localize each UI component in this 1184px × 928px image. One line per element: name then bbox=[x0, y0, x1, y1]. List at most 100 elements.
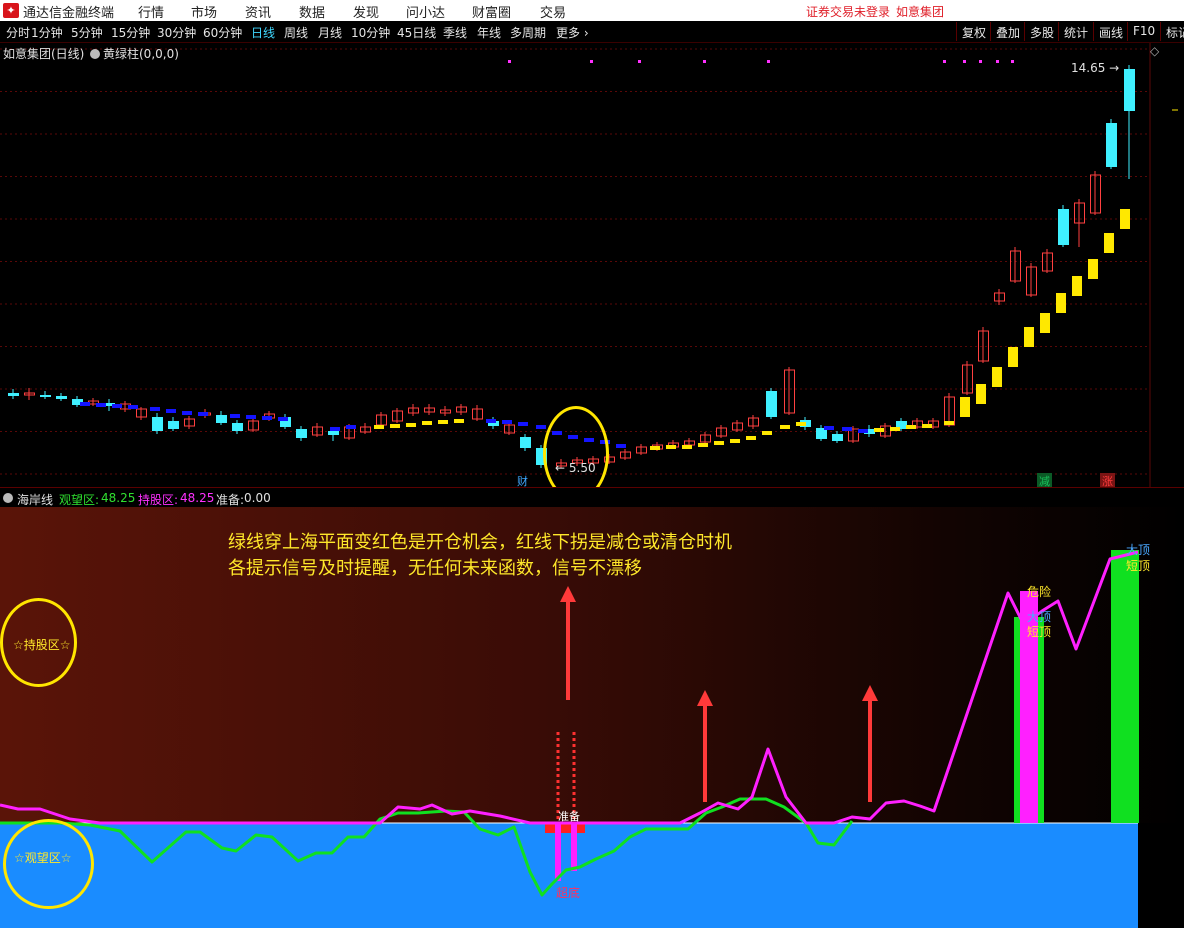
period-30min[interactable]: 30分钟 bbox=[157, 24, 196, 41]
prep-label: 准备: bbox=[216, 493, 245, 507]
overlay-button[interactable]: 叠加 bbox=[990, 22, 1025, 41]
support-bar bbox=[1120, 209, 1130, 229]
support-bar bbox=[960, 397, 970, 417]
support-bar bbox=[262, 416, 272, 420]
period-45day[interactable]: 45日线 bbox=[397, 24, 436, 41]
login-warning[interactable]: 证券交易未登录 bbox=[806, 3, 890, 20]
menu-trade[interactable]: 交易 bbox=[540, 2, 566, 21]
support-bar bbox=[1008, 347, 1018, 367]
statistics-button[interactable]: 统计 bbox=[1058, 22, 1093, 41]
sea-level-area bbox=[0, 823, 1138, 928]
stock-link[interactable]: 如意集团 bbox=[896, 3, 944, 20]
period-1min[interactable]: 1分钟 bbox=[31, 24, 63, 41]
period-daily[interactable]: 日线 bbox=[251, 24, 275, 41]
support-bar bbox=[1056, 293, 1066, 313]
support-bar bbox=[992, 367, 1002, 387]
main-kline-chart[interactable]: 如意集团(日线) 黄绿柱(0,0,0) ◇ 14.65 → ← 5.50 财 减… bbox=[0, 43, 1184, 501]
candle-body bbox=[168, 421, 179, 429]
signal-dot bbox=[508, 60, 511, 63]
support-bar bbox=[842, 427, 852, 431]
candle-body bbox=[328, 431, 339, 435]
period-5min[interactable]: 5分钟 bbox=[71, 24, 103, 41]
signal-dot bbox=[963, 60, 966, 63]
danger-signal-label: 危险 bbox=[1027, 585, 1052, 599]
period-intraday[interactable]: 分时 bbox=[6, 24, 30, 41]
period-multi[interactable]: 多周期 bbox=[510, 24, 546, 41]
support-bar bbox=[390, 424, 400, 428]
support-bar bbox=[682, 445, 692, 449]
menu-data[interactable]: 数据 bbox=[299, 2, 325, 21]
app-logo-icon: ✦ bbox=[3, 3, 19, 18]
arrow-right-icon: → bbox=[1105, 61, 1120, 75]
mark-button[interactable]: 标记 bbox=[1160, 22, 1184, 41]
support-bar bbox=[150, 407, 160, 411]
candle-body bbox=[40, 395, 51, 397]
indicator-title[interactable]: 黄绿柱(0,0,0) bbox=[90, 45, 179, 62]
watch-label: 观望区: bbox=[59, 493, 100, 507]
signal-dot bbox=[1011, 60, 1014, 63]
settings-circle-icon[interactable] bbox=[3, 493, 13, 503]
support-bar bbox=[762, 431, 772, 435]
candle-body bbox=[232, 423, 243, 431]
support-bar bbox=[182, 411, 192, 415]
period-15min[interactable]: 15分钟 bbox=[111, 24, 150, 41]
restore-rights-button[interactable]: 复权 bbox=[956, 22, 991, 41]
big-top-label-2: 大顶 bbox=[1126, 543, 1151, 557]
up-arrow-shaft bbox=[566, 600, 570, 700]
up-arrow-shaft bbox=[703, 704, 707, 802]
support-bar bbox=[330, 427, 340, 431]
candle-body bbox=[520, 437, 531, 448]
draw-line-button[interactable]: 画线 bbox=[1093, 22, 1128, 41]
support-bar bbox=[486, 419, 496, 423]
note-line-2: 各提示信号及时提醒，无任何未来函数，信号不漂移 bbox=[228, 558, 642, 579]
support-bar bbox=[922, 424, 932, 428]
period-60min[interactable]: 60分钟 bbox=[203, 24, 242, 41]
menu-discover[interactable]: 发现 bbox=[353, 2, 379, 21]
sub-indicator-header: 海岸线 观望区: 48.25 持股区: 48.25 准备: 0.00 bbox=[0, 487, 1184, 507]
support-bar bbox=[890, 427, 900, 431]
support-bar bbox=[1040, 313, 1050, 333]
menu-quotes[interactable]: 行情 bbox=[138, 2, 164, 21]
settings-circle-icon[interactable] bbox=[90, 49, 100, 59]
support-bar bbox=[278, 417, 288, 421]
menu-market[interactable]: 市场 bbox=[191, 2, 217, 21]
candle-body bbox=[8, 393, 19, 396]
candle-body bbox=[1106, 123, 1117, 167]
support-bar bbox=[666, 445, 676, 449]
candle-body bbox=[56, 396, 67, 399]
period-10min[interactable]: 10分钟 bbox=[351, 24, 390, 41]
signal-dot bbox=[943, 60, 946, 63]
candle-body bbox=[152, 417, 163, 431]
short-top-label-2: 短顶 bbox=[1126, 559, 1151, 573]
period-yearly[interactable]: 年线 bbox=[477, 24, 501, 41]
period-weekly[interactable]: 周线 bbox=[284, 24, 308, 41]
diamond-icon[interactable]: ◇ bbox=[1150, 44, 1159, 58]
period-monthly[interactable]: 月线 bbox=[318, 24, 342, 41]
menu-news[interactable]: 资讯 bbox=[245, 2, 271, 21]
menu-ask[interactable]: 问小达 bbox=[406, 2, 445, 21]
candle-body bbox=[766, 391, 777, 417]
sub-indicator-name[interactable]: 海岸线 bbox=[17, 491, 53, 508]
period-quarter[interactable]: 季线 bbox=[443, 24, 467, 41]
support-bar bbox=[128, 405, 138, 409]
support-bar bbox=[944, 421, 954, 425]
support-bar bbox=[650, 446, 660, 450]
f10-button[interactable]: F10 bbox=[1127, 22, 1160, 41]
stock-title: 如意集团(日线) bbox=[3, 47, 85, 61]
app-name: 通达信金融终端 bbox=[23, 6, 115, 21]
watch-value: 48.25 bbox=[101, 491, 136, 505]
high-price-value: 14.65 bbox=[1071, 61, 1106, 75]
period-more[interactable]: 更多 › bbox=[556, 24, 589, 41]
coastline-indicator-chart[interactable]: 绿线穿上海平面变红色是开仓机会，红线下拐是减仓或清仓时机 各提示信号及时提醒，无… bbox=[0, 507, 1184, 928]
support-bar bbox=[824, 426, 834, 430]
multi-stock-button[interactable]: 多股 bbox=[1024, 22, 1059, 41]
hold-label: 持股区: bbox=[138, 493, 179, 507]
short-top-label: 短顶 bbox=[1027, 625, 1052, 639]
candle-body bbox=[1058, 209, 1069, 245]
signal-dot bbox=[767, 60, 770, 63]
hold-value: 48.25 bbox=[180, 491, 215, 505]
support-bar bbox=[406, 423, 416, 427]
menu-wealth[interactable]: 财富圈 bbox=[472, 2, 511, 21]
watch-zone-label: ☆观望区☆ bbox=[14, 851, 72, 865]
support-bar bbox=[246, 415, 256, 419]
